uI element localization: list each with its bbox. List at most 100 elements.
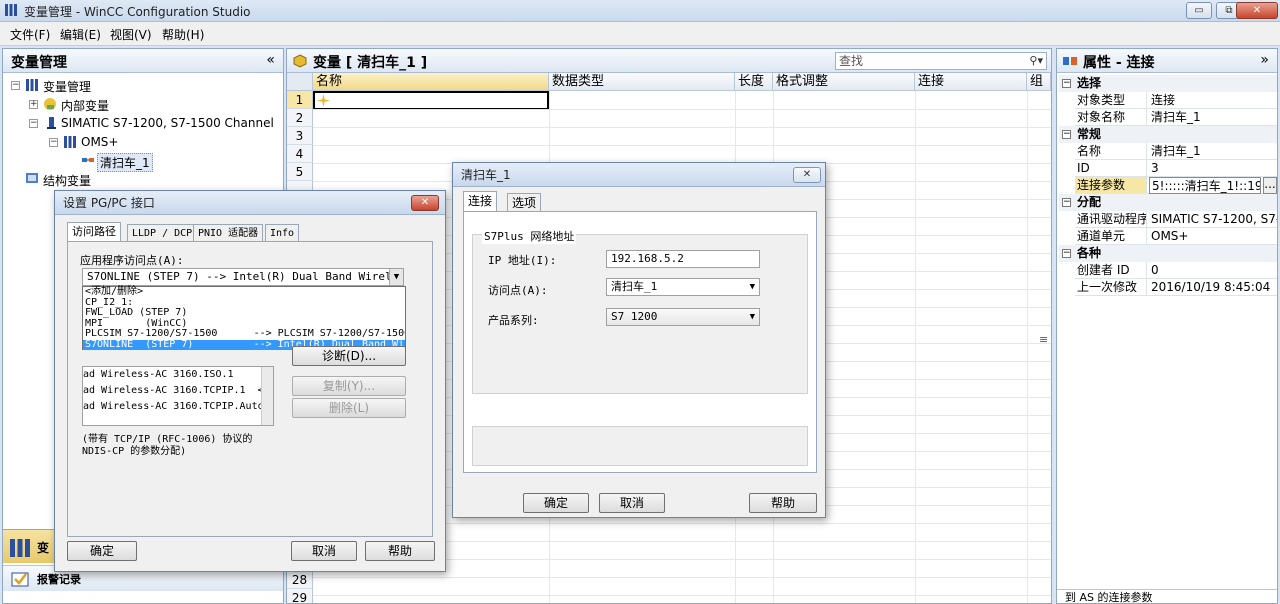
list-scrollbar[interactable] (261, 367, 273, 425)
interface-description: (带有 TCP/IP (RFC-1006) 协议的 NDIS-CP 的参数分配) (82, 434, 253, 457)
collapse-panel-button[interactable]: « (266, 52, 275, 68)
option-fwl-load[interactable]: FWL_LOAD (STEP 7) (83, 307, 405, 319)
connection-cancel-button[interactable]: 取消 (599, 493, 665, 513)
column-header-connection[interactable]: 连接 (915, 73, 1027, 91)
menu-help[interactable]: 帮助(H) (162, 26, 204, 43)
menu-file[interactable]: 文件(F) (10, 26, 50, 43)
tree-item-connection[interactable]: 清扫车_1 (97, 153, 153, 172)
network-address-group-title: S7Plus 网络地址 (482, 228, 577, 244)
minimize-button[interactable]: ▭ (1186, 2, 1212, 19)
prop-row-connection-params[interactable]: 连接参数 5!:::::清扫车_1!::192. ... (1075, 177, 1277, 194)
row-header[interactable]: 3 (287, 127, 313, 145)
prop-row-channel-unit[interactable]: 通道单元 OMS+ (1075, 228, 1277, 245)
pgpc-dialog-close-button[interactable]: ✕ (411, 195, 439, 211)
tab-access-path[interactable]: 访问路径 (67, 222, 121, 242)
product-family-label: 产品系列: (488, 314, 539, 327)
window-title: 变量管理 - WinCC Configuration Studio (24, 5, 251, 19)
delete-button[interactable]: 删除(L) (292, 398, 406, 418)
menu-edit[interactable]: 编辑(E) (60, 26, 101, 43)
tag-management-icon (10, 539, 30, 557)
option-plcsim[interactable]: PLCSIM S7-1200/S7-1500 --> PLCSIM S7-120… (83, 329, 405, 340)
connection-dialog-titlebar: 清扫车_1 ✕ (453, 163, 825, 187)
option-mpi[interactable]: MPI (WinCC) (83, 318, 405, 330)
list-item[interactable]: ad Wireless-AC 3160.TCPIP.1 <激 (83, 383, 273, 399)
ip-address-input[interactable]: 192.168.5.2 (606, 250, 760, 268)
prop-row-id[interactable]: ID 3 (1075, 160, 1277, 177)
tree-expand-internal[interactable]: + (29, 100, 38, 109)
connection-help-button[interactable]: 帮助 (749, 493, 817, 513)
diagnose-button[interactable]: 诊断(D)... (292, 346, 406, 366)
row-header[interactable]: 28 (287, 571, 313, 589)
row-header[interactable]: 1 (287, 91, 313, 109)
row-header[interactable]: 4 (287, 145, 313, 163)
tab-lldp-dcp[interactable]: LLDP / DCP (127, 224, 198, 242)
connection-ok-button[interactable]: 确定 (523, 493, 589, 513)
expand-panel-button[interactable]: » (1260, 52, 1269, 68)
prop-section-misc[interactable]: − 各种 (1059, 245, 1277, 262)
property-description: 到 AS 的连接参数 (1057, 589, 1277, 603)
access-point-options-list[interactable]: <添加/删除> CP_I2_1: FWL_LOAD (STEP 7) MPI (… (82, 286, 406, 350)
access-point-dropdown[interactable]: S7ONLINE (STEP 7) --> Intel(R) Dual Band… (82, 268, 404, 286)
pgpc-help-button[interactable]: 帮助 (365, 541, 435, 561)
connection-tab-content: S7Plus 网络地址 IP 地址(I): 192.168.5.2 访问点(A)… (463, 211, 817, 473)
tab-connection[interactable]: 连接 (463, 191, 498, 211)
tree-collapse-oms[interactable]: − (49, 138, 58, 147)
prop-row-object-name[interactable]: 对象名称 清扫车_1 (1075, 109, 1277, 126)
tree-item-structure-tags[interactable]: 结构变量 (43, 172, 91, 189)
list-item[interactable]: ad Wireless-AC 3160.ISO.1 (83, 367, 273, 383)
close-button[interactable]: ✕ (1236, 2, 1278, 19)
tree-collapse-root[interactable]: − (11, 81, 20, 90)
dropdown-arrow-icon: ▼ (749, 282, 755, 292)
search-input[interactable]: 查找 ⚲▾ (835, 52, 1047, 70)
column-header-format[interactable]: 格式调整 (773, 73, 915, 91)
column-header-name[interactable]: 名称 (313, 73, 549, 91)
edit-params-button[interactable]: ... (1263, 177, 1277, 194)
tab-pnio-adapter[interactable]: PNIO 适配器 (193, 224, 264, 242)
splitter-handle[interactable]: ≡ (1039, 333, 1048, 346)
row-header[interactable]: 29 (287, 589, 313, 603)
search-icon[interactable]: ⚲▾ (1029, 53, 1043, 69)
prop-section-assignment[interactable]: − 分配 (1059, 194, 1277, 211)
tab-info[interactable]: Info (265, 224, 300, 242)
menu-view[interactable]: 视图(V) (110, 26, 152, 43)
row-header[interactable]: 2 (287, 109, 313, 127)
prop-section-selection[interactable]: − 选择 (1059, 75, 1277, 92)
navigation-panel-header: 变量管理 « (3, 49, 283, 73)
prop-row-object-type[interactable]: 对象类型 连接 (1075, 92, 1277, 109)
tree-item-internal-tags[interactable]: 内部变量 (61, 97, 109, 114)
row-header[interactable]: 5 (287, 163, 313, 181)
column-header-group[interactable]: 组 (1027, 73, 1051, 91)
option-add-remove[interactable]: <添加/删除> (83, 286, 405, 298)
active-cell[interactable] (313, 91, 549, 110)
prop-row-creator-id[interactable]: 创建者 ID 0 (1075, 262, 1277, 279)
product-family-select[interactable]: S7 1200 ▼ (606, 308, 760, 326)
prop-row-driver[interactable]: 通讯驱动程序SIMATIC S7-1200, S7-15 (1075, 211, 1277, 228)
properties-icon (1063, 57, 1077, 65)
copy-button[interactable]: 复制(Y)... (292, 376, 406, 396)
tab-options[interactable]: 选项 (507, 193, 542, 211)
properties-panel-header: 属性 - 连接 » (1057, 49, 1277, 73)
alarm-logging-icon (11, 572, 29, 587)
structure-tags-icon (26, 173, 38, 183)
tree-item-tag-management[interactable]: 变量管理 (43, 78, 91, 95)
prop-section-general[interactable]: − 常规 (1059, 126, 1277, 143)
list-item[interactable]: ad Wireless-AC 3160.TCPIP.Auto.1 (83, 399, 273, 415)
column-header-data-type[interactable]: 数据类型 (549, 73, 735, 91)
prop-row-name[interactable]: 名称 清扫车_1 (1075, 143, 1277, 160)
tree-item-oms[interactable]: OMS+ (81, 135, 118, 149)
tags-cube-icon (293, 54, 307, 68)
internal-tags-icon (44, 98, 56, 110)
interface-list[interactable]: ad Wireless-AC 3160.ISO.1 ad Wireless-AC… (82, 366, 274, 426)
column-header-length[interactable]: 长度 (735, 73, 773, 91)
connection-dialog-close-button[interactable]: ✕ (793, 167, 821, 183)
pgpc-ok-button[interactable]: 确定 (67, 541, 137, 561)
title-bar: 变量管理 - WinCC Configuration Studio ▭ ⧉ ✕ (0, 0, 1280, 22)
prop-row-last-modified[interactable]: 上一次修改 2016/10/19 8:45:04 (1075, 279, 1277, 296)
pgpc-cancel-button[interactable]: 取消 (291, 541, 357, 561)
access-point-select[interactable]: 清扫车_1 ▼ (606, 278, 760, 296)
tree-item-channel[interactable]: SIMATIC S7-1200, S7-1500 Channel (61, 116, 274, 130)
dropdown-arrow-icon[interactable]: ▼ (389, 269, 403, 285)
properties-panel: 属性 - 连接 » − 选择 对象类型 连接 对象名称 清扫车_1 − 常规 名称 清扫车… (1056, 48, 1278, 604)
tree-collapse-channel[interactable]: − (29, 119, 38, 128)
nav-button-alarm-logging-label: 报警记录 (37, 573, 81, 586)
